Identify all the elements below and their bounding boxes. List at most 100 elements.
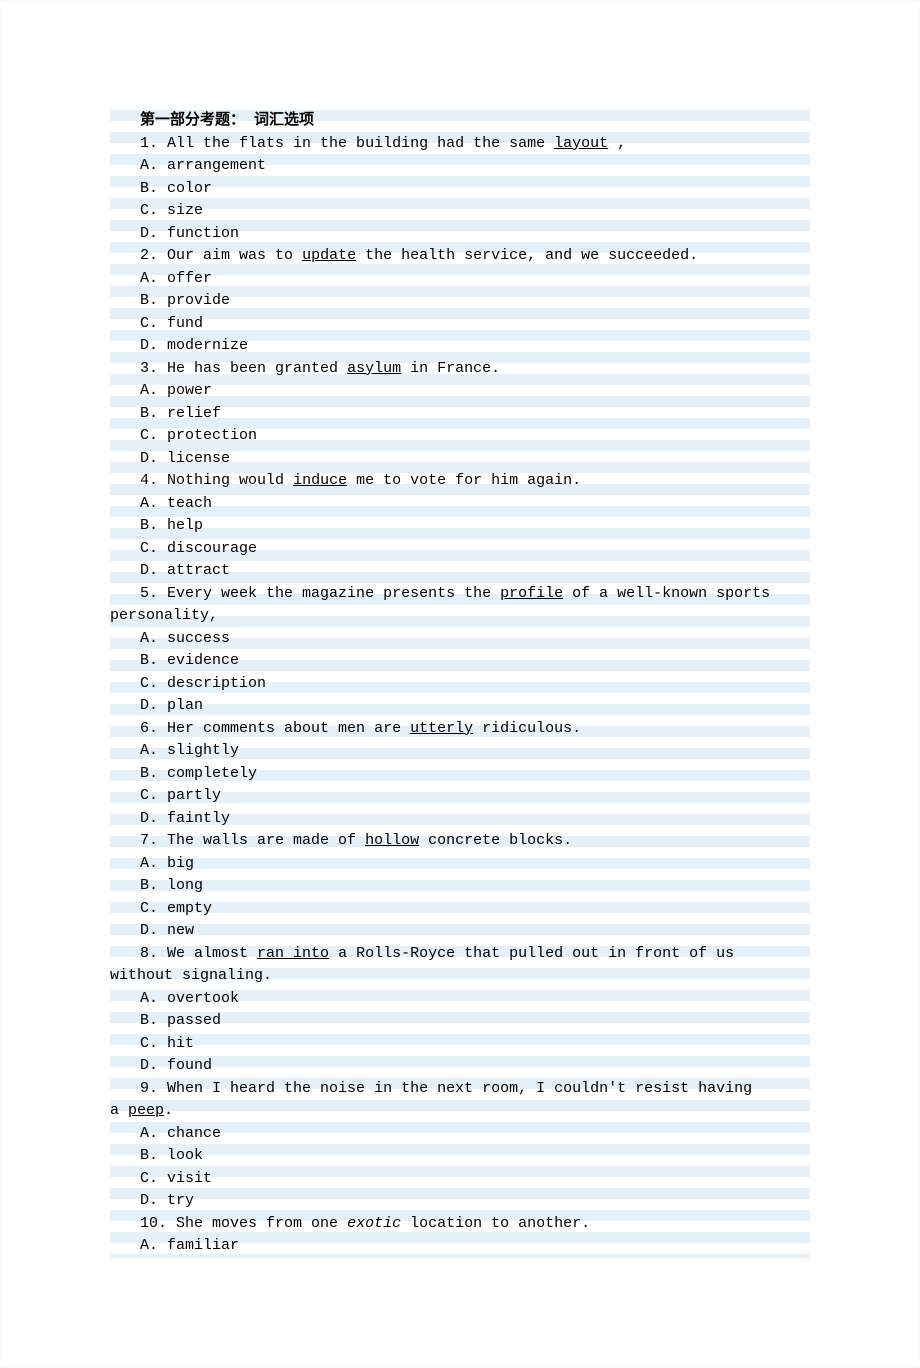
option-b: B. color <box>110 178 810 201</box>
option-text: function <box>167 225 239 242</box>
option-d: D. attract <box>110 560 810 583</box>
option-a: A. arrangement <box>110 155 810 178</box>
question-stem-cont: personality, <box>110 605 810 628</box>
option-c: C. partly <box>110 785 810 808</box>
stem-before: Nothing would <box>167 472 293 489</box>
option-text: help <box>167 517 203 534</box>
question-stem-cont: a peep. <box>110 1100 810 1123</box>
option-text: empty <box>167 900 212 917</box>
option-d: D. found <box>110 1055 810 1078</box>
option-b: B. long <box>110 875 810 898</box>
question-stem: 5. Every week the magazine presents the … <box>110 583 810 606</box>
option-text: power <box>167 382 212 399</box>
option-text: plan <box>167 697 203 714</box>
option-a: A. teach <box>110 493 810 516</box>
stem-after: me to vote for him again. <box>356 472 581 489</box>
stem-after: , <box>617 135 626 152</box>
stem-after: ridiculous. <box>482 720 581 737</box>
option-text: attract <box>167 562 230 579</box>
option-c: C. fund <box>110 313 810 336</box>
question-stem: 2. Our aim was to update the health serv… <box>110 245 810 268</box>
option-text: new <box>167 922 194 939</box>
question-stem: 4. Nothing would induce me to vote for h… <box>110 470 810 493</box>
question-stem: 9. When I heard the noise in the next ro… <box>110 1078 810 1101</box>
option-c: C. visit <box>110 1168 810 1191</box>
option-text: faintly <box>167 810 230 827</box>
option-text: chance <box>167 1125 221 1142</box>
keyword: asylum <box>347 360 401 377</box>
keyword: hollow <box>365 832 419 849</box>
question-number: 5. <box>140 585 158 602</box>
exam-page: 第一部分考题： 词汇选项 1. All the flats in the bui… <box>0 0 920 1368</box>
option-text: familiar <box>167 1237 239 1254</box>
option-text: discourage <box>167 540 257 557</box>
option-b: B. help <box>110 515 810 538</box>
option-text: overtook <box>167 990 239 1007</box>
question-stem: 8. We almost ran into a Rolls-Royce that… <box>110 943 810 966</box>
stem-before: We almost <box>167 945 257 962</box>
keyword: induce <box>293 472 347 489</box>
question-number: 7. <box>140 832 158 849</box>
option-b: B. relief <box>110 403 810 426</box>
option-text: license <box>167 450 230 467</box>
option-c: C. discourage <box>110 538 810 561</box>
option-text: teach <box>167 495 212 512</box>
option-c: C. empty <box>110 898 810 921</box>
option-text: completely <box>167 765 257 782</box>
option-text: success <box>167 630 230 647</box>
option-text: long <box>167 877 203 894</box>
stem-after: in France. <box>410 360 500 377</box>
section-title: 第一部分考题： 词汇选项 <box>110 110 810 133</box>
option-text: modernize <box>167 337 248 354</box>
cont-prefix: a <box>110 1102 128 1119</box>
option-b: B. evidence <box>110 650 810 673</box>
option-a: A. chance <box>110 1123 810 1146</box>
option-d: D. function <box>110 223 810 246</box>
option-b: B. completely <box>110 763 810 786</box>
question-number: 6. <box>140 720 158 737</box>
keyword: update <box>302 247 356 264</box>
keyword: layout <box>554 135 608 152</box>
option-text: protection <box>167 427 257 444</box>
option-b: B. passed <box>110 1010 810 1033</box>
stem-after: . <box>164 1102 173 1119</box>
stem-before: Our aim was to <box>167 247 302 264</box>
option-text: passed <box>167 1012 221 1029</box>
option-a: A. big <box>110 853 810 876</box>
question-stem: 6. Her comments about men are utterly ri… <box>110 718 810 741</box>
stem-before: All the flats in the building had the sa… <box>167 135 554 152</box>
option-a: A. overtook <box>110 988 810 1011</box>
stem-after: the health service, and we succeeded. <box>365 247 698 264</box>
keyword: exotic <box>347 1215 401 1232</box>
option-text: description <box>167 675 266 692</box>
keyword: peep <box>128 1102 164 1119</box>
question-number: 10. <box>140 1215 167 1232</box>
option-c: C. size <box>110 200 810 223</box>
keyword: profile <box>500 585 563 602</box>
question-stem-cont: without signaling. <box>110 965 810 988</box>
stem-after: location to another. <box>410 1215 590 1232</box>
question-stem: 3. He has been granted asylum in France. <box>110 358 810 381</box>
keyword: utterly <box>410 720 473 737</box>
option-text: hit <box>167 1035 194 1052</box>
option-text: slightly <box>167 742 239 759</box>
option-text: evidence <box>167 652 239 669</box>
question-number: 4. <box>140 472 158 489</box>
option-text: try <box>167 1192 194 1209</box>
option-b: B. look <box>110 1145 810 1168</box>
option-c: C. description <box>110 673 810 696</box>
option-a: A. offer <box>110 268 810 291</box>
stem-before: The walls are made of <box>167 832 365 849</box>
option-a: A. power <box>110 380 810 403</box>
question-number: 3. <box>140 360 158 377</box>
option-d: D. license <box>110 448 810 471</box>
stem-after: of a well-known sports <box>572 585 770 602</box>
option-c: C. hit <box>110 1033 810 1056</box>
stem-before: He has been granted <box>167 360 347 377</box>
option-d: D. new <box>110 920 810 943</box>
option-text: found <box>167 1057 212 1074</box>
option-d: D. try <box>110 1190 810 1213</box>
option-text: size <box>167 202 203 219</box>
option-text: big <box>167 855 194 872</box>
option-a: A. familiar <box>110 1235 810 1258</box>
